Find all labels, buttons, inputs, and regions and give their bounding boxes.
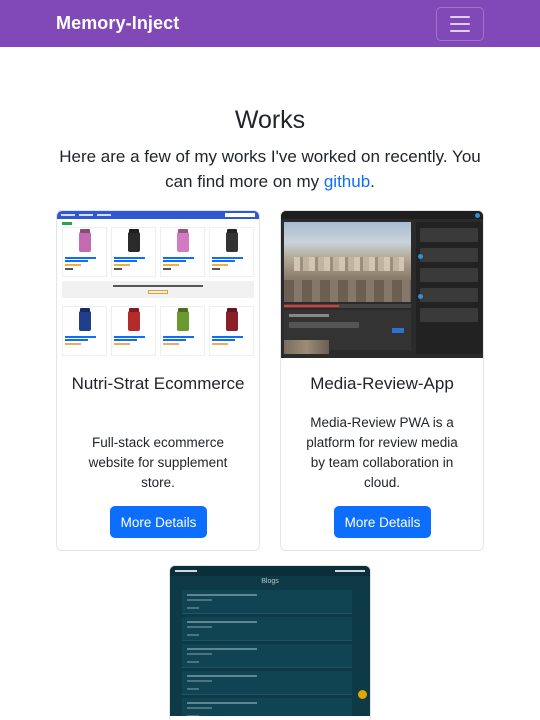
project-card-blog: Blogs <box>169 565 371 720</box>
project-screenshot-ecommerce <box>57 211 259 358</box>
github-link[interactable]: github <box>324 172 370 191</box>
card-description: Full-stack ecommerce website for supplem… <box>88 435 228 490</box>
blogs-screenshot-title: Blogs <box>261 578 279 585</box>
hamburger-icon <box>450 15 470 18</box>
fab-icon <box>358 690 367 699</box>
more-details-button-nutri-strat[interactable]: More Details <box>110 506 207 538</box>
card-title: Nutri-Strat Ecommerce <box>71 374 245 393</box>
project-card-media-review: Media-Review-App Media-Review PWA is a p… <box>280 210 484 551</box>
card-description: Media-Review PWA is a platform for revie… <box>306 415 458 490</box>
project-card-nutri-strat: Nutri-Strat Ecommerce Full-stack ecommer… <box>56 210 260 551</box>
navbar: Memory-Inject <box>0 0 540 47</box>
more-details-button-media-review[interactable]: More Details <box>334 506 431 538</box>
works-title: Works <box>234 106 306 134</box>
works-subtitle: Here are a few of my works I've worked o… <box>59 147 481 191</box>
card-title: Media-Review-App <box>310 374 454 393</box>
works-subtitle-text: Here are a few of my works I've worked o… <box>59 147 481 191</box>
navbar-toggler-button[interactable] <box>436 6 484 41</box>
brand-link[interactable]: Memory-Inject <box>56 13 179 34</box>
project-screenshot-blogs: Blogs <box>170 566 370 716</box>
project-screenshot-media-review <box>281 211 483 358</box>
